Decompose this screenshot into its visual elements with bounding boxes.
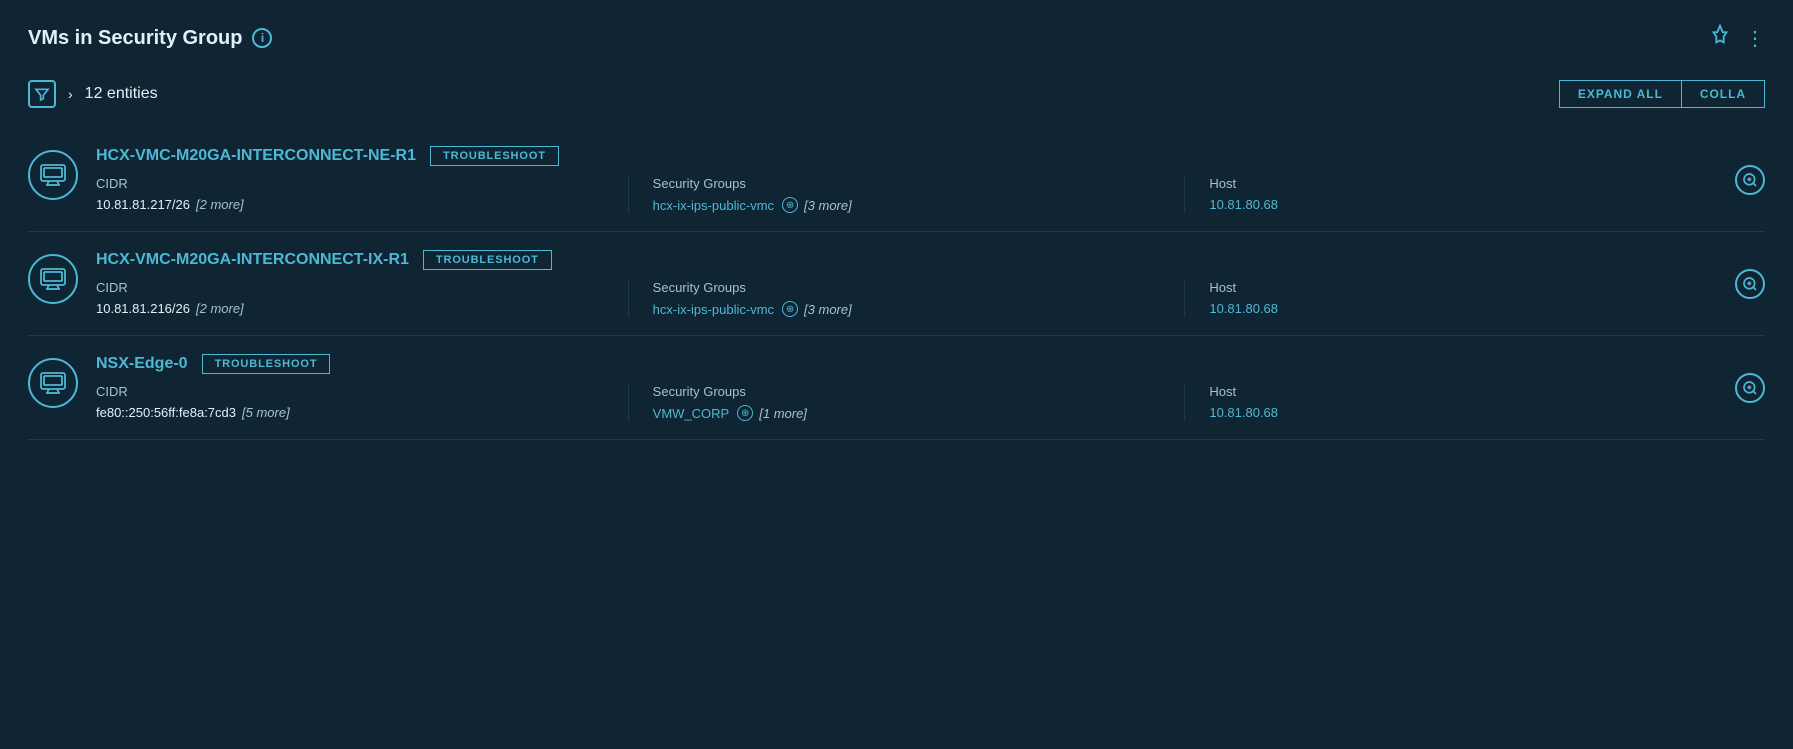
toolbar-left: › 12 entities bbox=[28, 80, 158, 108]
cidr-value: 10.81.81.217/26 [2 more] bbox=[96, 197, 608, 212]
host-ip[interactable]: 10.81.80.68 bbox=[1209, 197, 1278, 212]
vm-name-row: HCX-VMC-M20GA-INTERCONNECT-NE-R1 TROUBLE… bbox=[96, 146, 1765, 166]
cidr-section: CIDR 10.81.81.216/26 [2 more] bbox=[96, 280, 629, 317]
vm-content: NSX-Edge-0 TROUBLESHOOT CIDR fe80::250:5… bbox=[96, 354, 1765, 421]
security-groups-label: Security Groups bbox=[653, 384, 1165, 399]
host-section: Host 10.81.80.68 bbox=[1209, 176, 1741, 213]
host-value: 10.81.80.68 bbox=[1209, 301, 1721, 316]
vm-details: CIDR 10.81.81.216/26 [2 more] Security G… bbox=[96, 280, 1765, 317]
host-ip[interactable]: 10.81.80.68 bbox=[1209, 405, 1278, 420]
header-right: ⋮ bbox=[1709, 24, 1765, 52]
vm-name[interactable]: NSX-Edge-0 bbox=[96, 355, 188, 373]
vm-list: HCX-VMC-M20GA-INTERCONNECT-NE-R1 TROUBLE… bbox=[28, 128, 1765, 440]
troubleshoot-button[interactable]: TROUBLESHOOT bbox=[423, 250, 552, 270]
security-groups-section: Security Groups VMW_CORP ⊕ [1 more] bbox=[653, 384, 1186, 421]
security-groups-more[interactable]: [3 more] bbox=[804, 302, 852, 317]
security-groups-value: hcx-ix-ips-public-vmc ⊕ [3 more] bbox=[653, 197, 1165, 213]
host-label: Host bbox=[1209, 176, 1721, 191]
host-value: 10.81.80.68 bbox=[1209, 197, 1721, 212]
entity-count: 12 entities bbox=[85, 85, 158, 103]
table-row: HCX-VMC-M20GA-INTERCONNECT-IX-R1 TROUBLE… bbox=[28, 232, 1765, 336]
cidr-section: CIDR fe80::250:56ff:fe8a:7cd3 [5 more] bbox=[96, 384, 629, 421]
troubleshoot-button[interactable]: TROUBLESHOOT bbox=[430, 146, 559, 166]
cidr-label: CIDR bbox=[96, 280, 608, 295]
host-label: Host bbox=[1209, 280, 1721, 295]
security-group-link[interactable]: hcx-ix-ips-public-vmc bbox=[653, 302, 774, 317]
host-section: Host 10.81.80.68 bbox=[1209, 384, 1741, 421]
table-row: NSX-Edge-0 TROUBLESHOOT CIDR fe80::250:5… bbox=[28, 336, 1765, 440]
security-groups-section: Security Groups hcx-ix-ips-public-vmc ⊕ … bbox=[653, 280, 1186, 317]
host-label: Host bbox=[1209, 384, 1721, 399]
security-groups-section: Security Groups hcx-ix-ips-public-vmc ⊕ … bbox=[653, 176, 1186, 213]
toolbar-right: EXPAND ALL COLLA Entity details bbox=[1559, 80, 1765, 108]
header: VMs in Security Group i ⋮ bbox=[28, 24, 1765, 52]
expand-chevron[interactable]: › bbox=[68, 86, 73, 102]
expand-all-button[interactable]: EXPAND ALL bbox=[1559, 80, 1681, 108]
cidr-more[interactable]: [5 more] bbox=[242, 405, 290, 420]
vm-icon bbox=[28, 150, 78, 200]
collapse-button[interactable]: COLLA bbox=[1681, 80, 1765, 108]
filter-icon[interactable] bbox=[28, 80, 56, 108]
security-groups-more[interactable]: [1 more] bbox=[759, 406, 807, 421]
cidr-label: CIDR bbox=[96, 384, 608, 399]
vm-name-row: NSX-Edge-0 TROUBLESHOOT bbox=[96, 354, 1765, 374]
vm-name-row: HCX-VMC-M20GA-INTERCONNECT-IX-R1 TROUBLE… bbox=[96, 250, 1765, 270]
troubleshoot-button[interactable]: TROUBLESHOOT bbox=[202, 354, 331, 374]
host-ip[interactable]: 10.81.80.68 bbox=[1209, 301, 1278, 316]
cidr-value: 10.81.81.216/26 [2 more] bbox=[96, 301, 608, 316]
zoom-button[interactable] bbox=[1735, 269, 1765, 299]
at-icon: ⊕ bbox=[737, 405, 753, 421]
cidr-more[interactable]: [2 more] bbox=[196, 301, 244, 316]
security-group-link[interactable]: VMW_CORP bbox=[653, 406, 730, 421]
vm-name[interactable]: HCX-VMC-M20GA-INTERCONNECT-IX-R1 bbox=[96, 251, 409, 269]
cidr-value: fe80::250:56ff:fe8a:7cd3 [5 more] bbox=[96, 405, 608, 420]
vm-details: CIDR fe80::250:56ff:fe8a:7cd3 [5 more] S… bbox=[96, 384, 1765, 421]
more-options-icon[interactable]: ⋮ bbox=[1745, 26, 1765, 51]
vm-icon bbox=[28, 358, 78, 408]
header-left: VMs in Security Group i bbox=[28, 27, 272, 50]
vm-icon bbox=[28, 254, 78, 304]
cidr-section: CIDR 10.81.81.217/26 [2 more] bbox=[96, 176, 629, 213]
security-groups-label: Security Groups bbox=[653, 176, 1165, 191]
vm-name[interactable]: HCX-VMC-M20GA-INTERCONNECT-NE-R1 bbox=[96, 147, 416, 165]
at-icon: ⊕ bbox=[782, 301, 798, 317]
host-section: Host 10.81.80.68 bbox=[1209, 280, 1741, 317]
page-container: VMs in Security Group i ⋮ › 12 entities bbox=[0, 0, 1793, 464]
toolbar: › 12 entities EXPAND ALL COLLA Entity de… bbox=[28, 80, 1765, 108]
pin-icon[interactable] bbox=[1709, 24, 1731, 52]
table-row: HCX-VMC-M20GA-INTERCONNECT-NE-R1 TROUBLE… bbox=[28, 128, 1765, 232]
security-groups-more[interactable]: [3 more] bbox=[804, 198, 852, 213]
info-icon[interactable]: i bbox=[252, 28, 272, 48]
vm-content: HCX-VMC-M20GA-INTERCONNECT-NE-R1 TROUBLE… bbox=[96, 146, 1765, 213]
page-title: VMs in Security Group bbox=[28, 27, 242, 50]
cidr-label: CIDR bbox=[96, 176, 608, 191]
zoom-button[interactable] bbox=[1735, 165, 1765, 195]
security-group-link[interactable]: hcx-ix-ips-public-vmc bbox=[653, 198, 774, 213]
security-groups-label: Security Groups bbox=[653, 280, 1165, 295]
host-value: 10.81.80.68 bbox=[1209, 405, 1721, 420]
zoom-button[interactable] bbox=[1735, 373, 1765, 403]
security-groups-value: hcx-ix-ips-public-vmc ⊕ [3 more] bbox=[653, 301, 1165, 317]
vm-content: HCX-VMC-M20GA-INTERCONNECT-IX-R1 TROUBLE… bbox=[96, 250, 1765, 317]
cidr-more[interactable]: [2 more] bbox=[196, 197, 244, 212]
vm-details: CIDR 10.81.81.217/26 [2 more] Security G… bbox=[96, 176, 1765, 213]
security-groups-value: VMW_CORP ⊕ [1 more] bbox=[653, 405, 1165, 421]
at-icon: ⊕ bbox=[782, 197, 798, 213]
